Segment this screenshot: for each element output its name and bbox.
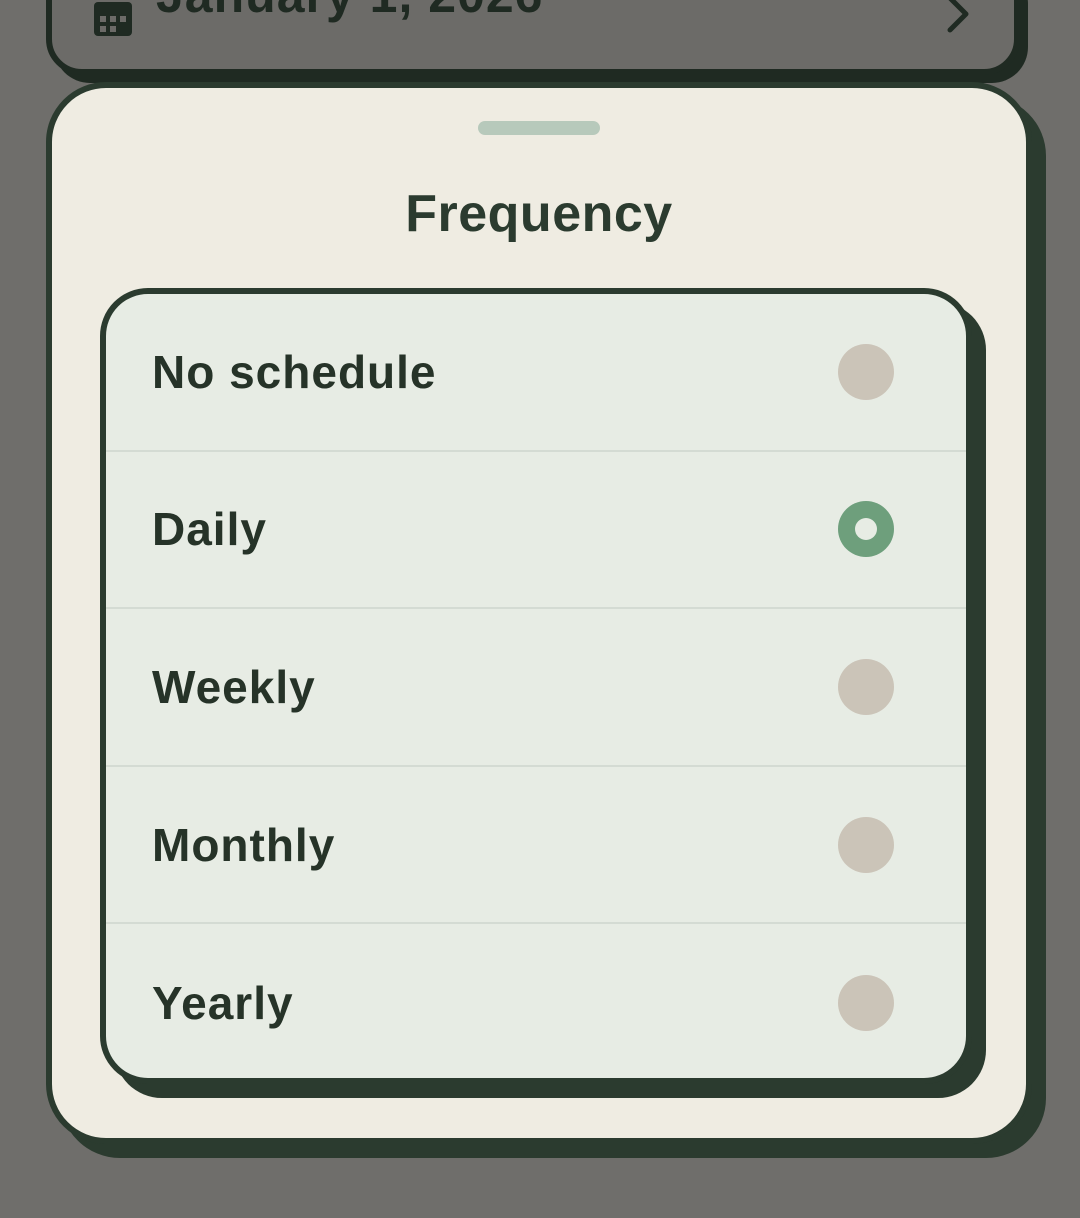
chevron-right-icon <box>944 0 974 34</box>
option-label: Daily <box>152 503 267 556</box>
radio-unselected-icon[interactable] <box>838 816 894 873</box>
date-picker-card[interactable]: January 1, 2026 <box>46 0 1020 75</box>
calendar-icon <box>92 0 134 40</box>
option-label: No schedule <box>152 345 437 398</box>
frequency-sheet: Frequency No schedule Daily Weekly Month… <box>46 82 1032 1144</box>
date-value: January 1, 2026 <box>156 0 544 24</box>
radio-unselected-icon[interactable] <box>838 658 894 715</box>
option-daily[interactable]: Daily <box>106 452 966 610</box>
option-label: Monthly <box>152 818 336 871</box>
sheet-grabber-handle[interactable] <box>478 121 600 135</box>
option-weekly[interactable]: Weekly <box>106 609 966 767</box>
option-no-schedule[interactable]: No schedule <box>106 294 966 452</box>
option-label: Weekly <box>152 660 316 713</box>
radio-unselected-icon[interactable] <box>838 975 894 1032</box>
option-label: Yearly <box>152 977 294 1030</box>
option-yearly[interactable]: Yearly <box>106 924 966 1078</box>
sheet-title: Frequency <box>405 185 673 243</box>
option-monthly[interactable]: Monthly <box>106 767 966 925</box>
radio-selected-icon[interactable] <box>838 501 894 558</box>
radio-unselected-icon[interactable] <box>838 343 894 400</box>
frequency-options-list: No schedule Daily Weekly Monthly Yearly <box>100 288 972 1084</box>
